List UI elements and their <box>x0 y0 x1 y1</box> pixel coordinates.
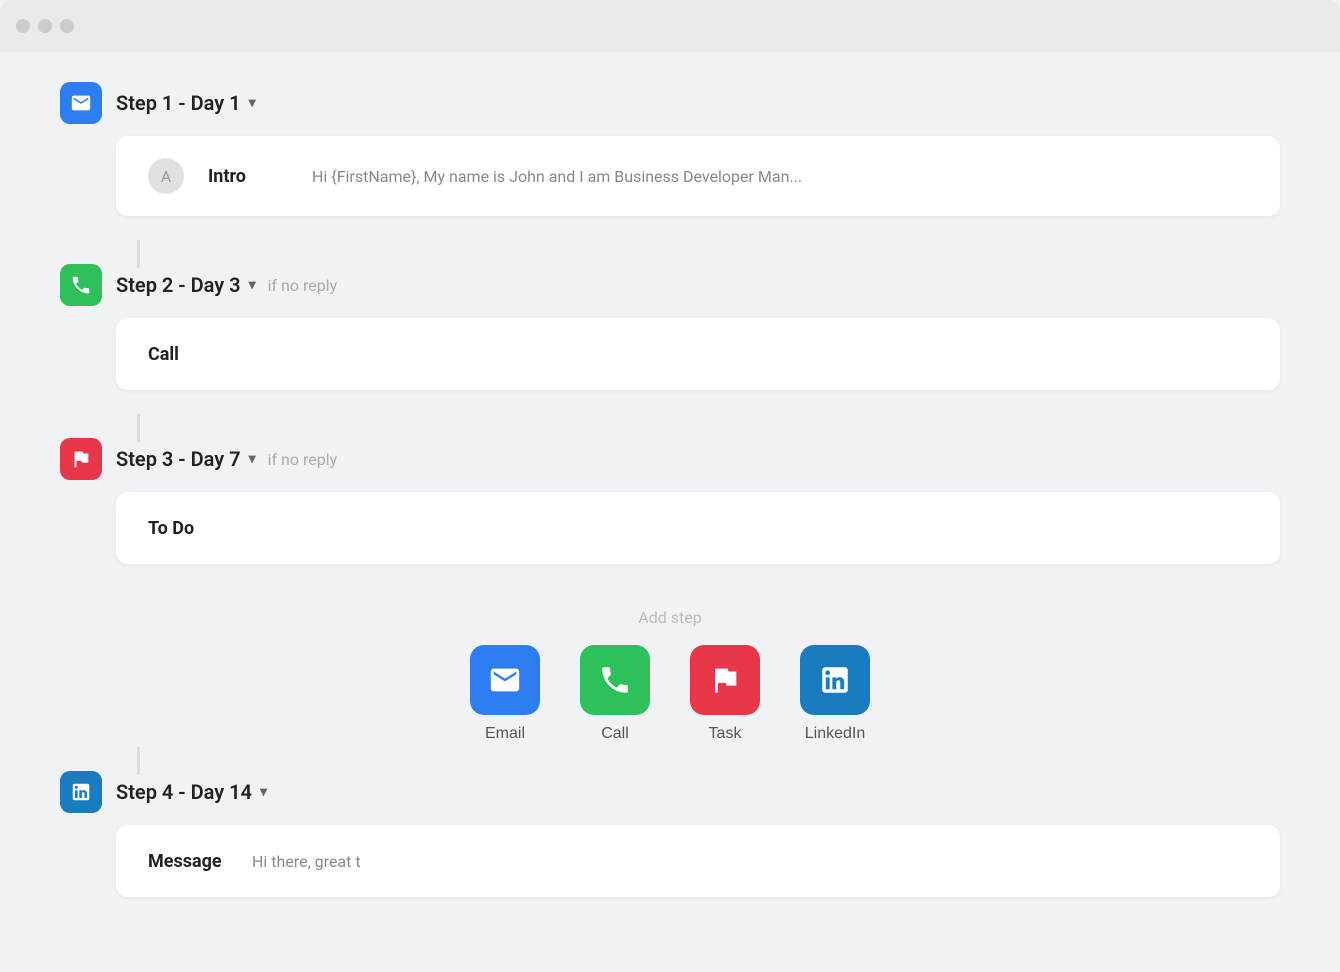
email-add-icon <box>488 663 522 697</box>
step-4-block: Step 4 - Day 14 ▾ Message Hi there, grea… <box>60 771 1280 897</box>
add-linkedin-label: LinkedIn <box>805 725 866 743</box>
step-1-header: Step 1 - Day 1 ▾ <box>60 82 1280 124</box>
step-3-header: Step 3 - Day 7 ▾ if no reply <box>60 438 1280 480</box>
main-content: Step 1 - Day 1 ▾ A Intro Hi {FirstName},… <box>0 52 1340 955</box>
step-4-chevron: ▾ <box>260 784 267 800</box>
step-3-label: To Do <box>148 518 228 539</box>
app-window: Step 1 - Day 1 ▾ A Intro Hi {FirstName},… <box>0 0 1340 972</box>
step-1-body-wrapper: A Intro Hi {FirstName}, My name is John … <box>116 136 1280 216</box>
linkedin-icon <box>70 781 92 803</box>
step-1-preview: Hi {FirstName}, My name is John and I am… <box>312 167 802 186</box>
step-1-body[interactable]: A Intro Hi {FirstName}, My name is John … <box>116 136 1280 216</box>
step-2-no-reply: if no reply <box>268 276 338 295</box>
call-add-icon <box>598 663 632 697</box>
task-icon <box>70 448 92 470</box>
step-1-title[interactable]: Step 1 - Day 1 ▾ <box>116 91 256 115</box>
add-linkedin-button[interactable]: LinkedIn <box>800 645 870 743</box>
add-step-label: Add step <box>60 608 1280 627</box>
call-icon <box>70 274 92 296</box>
step-2-title[interactable]: Step 2 - Day 3 ▾ if no reply <box>116 273 337 297</box>
step-3-title[interactable]: Step 3 - Day 7 ▾ if no reply <box>116 447 337 471</box>
window-dot-yellow <box>38 19 52 33</box>
step-2-header: Step 2 - Day 3 ▾ if no reply <box>60 264 1280 306</box>
step-3-body-wrapper: To Do <box>116 492 1280 564</box>
add-task-label: Task <box>709 725 742 743</box>
step-3-body[interactable]: To Do <box>116 492 1280 564</box>
add-email-label: Email <box>485 725 525 743</box>
step-4-label: Message <box>148 851 228 872</box>
step-4-body[interactable]: Message Hi there, great t <box>116 825 1280 897</box>
add-linkedin-icon <box>800 645 870 715</box>
step-3-no-reply: if no reply <box>268 450 338 469</box>
step-3-chevron: ▾ <box>249 451 256 467</box>
step-1-chevron: ▾ <box>249 95 256 111</box>
add-call-button[interactable]: Call <box>580 645 650 743</box>
step-1-icon[interactable] <box>60 82 102 124</box>
step-3-icon[interactable] <box>60 438 102 480</box>
step-1-label: Intro <box>208 166 288 187</box>
add-call-icon <box>580 645 650 715</box>
step-4-body-wrapper: Message Hi there, great t <box>116 825 1280 897</box>
step-2-body-wrapper: Call <box>116 318 1280 390</box>
add-call-label: Call <box>601 725 629 743</box>
step-2-block: Step 2 - Day 3 ▾ if no reply Call <box>60 264 1280 390</box>
linkedin-add-icon <box>818 663 852 697</box>
step-1-avatar: A <box>148 158 184 194</box>
task-add-icon <box>708 663 742 697</box>
step-type-buttons: Email Call Task <box>60 645 1280 743</box>
titlebar <box>0 0 1340 52</box>
window-dot-green <box>60 19 74 33</box>
add-task-icon <box>690 645 760 715</box>
step-2-body[interactable]: Call <box>116 318 1280 390</box>
email-icon <box>70 92 92 114</box>
step-4-preview: Hi there, great t <box>252 852 361 871</box>
step-2-label: Call <box>148 344 228 365</box>
step-2-chevron: ▾ <box>249 277 256 293</box>
step-2-icon[interactable] <box>60 264 102 306</box>
step-1-block: Step 1 - Day 1 ▾ A Intro Hi {FirstName},… <box>60 82 1280 216</box>
step-3-block: Step 3 - Day 7 ▾ if no reply To Do <box>60 438 1280 564</box>
add-email-button[interactable]: Email <box>470 645 540 743</box>
add-task-button[interactable]: Task <box>690 645 760 743</box>
step-4-icon[interactable] <box>60 771 102 813</box>
add-step-area: Add step Email Call <box>60 592 1280 751</box>
add-email-icon <box>470 645 540 715</box>
step-4-title[interactable]: Step 4 - Day 14 ▾ <box>116 780 267 804</box>
step-4-header: Step 4 - Day 14 ▾ <box>60 771 1280 813</box>
window-dot-red <box>16 19 30 33</box>
